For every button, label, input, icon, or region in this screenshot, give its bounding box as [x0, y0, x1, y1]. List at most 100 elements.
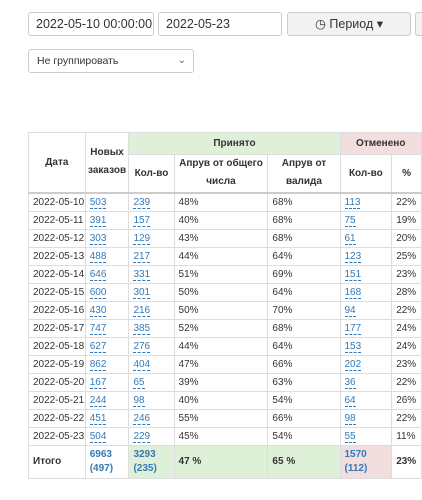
row-new-orders[interactable]: 600	[84, 282, 130, 302]
row-new-orders-link[interactable]: 600	[89, 286, 107, 299]
row-accepted-count-link[interactable]: 65	[133, 376, 145, 389]
row-new-orders-link[interactable]: 451	[89, 412, 107, 425]
date-to-input[interactable]: 2022-05-23	[158, 12, 282, 36]
row-new-orders-link[interactable]: 244	[89, 394, 107, 407]
header-canceled-pct[interactable]: %	[391, 154, 422, 193]
row-accepted-count-link[interactable]: 229	[133, 430, 151, 443]
row-new-orders[interactable]: 646	[84, 264, 130, 284]
row-accepted-count[interactable]: 331	[128, 264, 175, 284]
row-canceled-count-link[interactable]: 61	[344, 232, 356, 245]
row-new-orders[interactable]: 627	[84, 336, 130, 356]
row-new-orders[interactable]: 488	[84, 246, 130, 266]
row-accepted-count[interactable]: 129	[128, 228, 175, 248]
row-new-orders[interactable]: 244	[84, 390, 130, 410]
table-row: 2022-05-14 646 331 51% 69% 151 23%	[28, 264, 422, 284]
row-new-orders[interactable]: 862	[84, 354, 130, 374]
row-canceled-count-link[interactable]: 202	[344, 358, 362, 371]
row-canceled-count-link[interactable]: 36	[344, 376, 356, 389]
row-accepted-count-link[interactable]: 301	[133, 286, 151, 299]
row-accepted-count[interactable]: 217	[128, 246, 175, 266]
row-canceled-count-link[interactable]: 98	[344, 412, 356, 425]
row-accepted-count[interactable]: 157	[128, 210, 175, 230]
row-new-orders-link[interactable]: 503	[89, 196, 107, 209]
header-approve-valid[interactable]: Апрув от валида	[267, 154, 341, 193]
row-new-orders[interactable]: 504	[84, 426, 130, 446]
row-accepted-count-link[interactable]: 129	[133, 232, 151, 245]
row-canceled-count-link[interactable]: 113	[344, 196, 361, 209]
row-accepted-count-link[interactable]: 276	[133, 340, 151, 353]
row-canceled-count[interactable]: 168	[339, 282, 393, 302]
row-new-orders-link[interactable]: 391	[89, 214, 107, 227]
row-accepted-count[interactable]: 276	[128, 336, 175, 356]
row-new-orders-link[interactable]: 504	[89, 430, 107, 443]
date-from-input[interactable]: 2022-05-10 00:00:00	[28, 12, 154, 36]
row-new-orders-link[interactable]: 862	[89, 358, 107, 371]
row-canceled-count[interactable]: 64	[339, 390, 393, 410]
row-canceled-count[interactable]: 151	[339, 264, 393, 284]
row-canceled-count[interactable]: 36	[339, 372, 393, 392]
row-accepted-count[interactable]: 229	[128, 426, 175, 446]
row-canceled-count[interactable]: 94	[339, 300, 393, 320]
row-new-orders-link[interactable]: 488	[89, 250, 107, 263]
group-by-select[interactable]: Не группировать ⌄	[28, 49, 194, 73]
row-new-orders-link[interactable]: 627	[89, 340, 107, 353]
row-new-orders[interactable]: 503	[84, 191, 130, 212]
row-canceled-count[interactable]: 61	[339, 228, 393, 248]
row-new-orders-link[interactable]: 167	[89, 376, 107, 389]
row-accepted-count[interactable]: 98	[128, 390, 175, 410]
row-accepted-count-link[interactable]: 239	[133, 196, 151, 209]
row-canceled-count[interactable]: 55	[339, 426, 393, 446]
row-canceled-count-link[interactable]: 94	[344, 304, 356, 317]
row-canceled-count-link[interactable]: 55	[344, 430, 356, 443]
row-canceled-count-link[interactable]: 153	[344, 340, 362, 353]
row-accepted-count-link[interactable]: 217	[133, 250, 151, 263]
row-accepted-count-link[interactable]: 404	[133, 358, 151, 371]
header-accepted-count[interactable]: Кол-во	[128, 154, 175, 193]
row-accepted-count[interactable]: 301	[128, 282, 175, 302]
row-new-orders[interactable]: 451	[84, 408, 130, 428]
row-canceled-count[interactable]: 75	[339, 210, 393, 230]
row-new-orders[interactable]: 167	[84, 372, 130, 392]
row-new-orders-link[interactable]: 646	[89, 268, 107, 281]
totals-accepted[interactable]: 3293 (235)	[128, 444, 175, 479]
row-accepted-count-link[interactable]: 216	[133, 304, 151, 317]
row-new-orders[interactable]: 391	[84, 210, 130, 230]
totals-new-orders[interactable]: 6963 (497)	[84, 444, 130, 479]
row-accepted-count[interactable]: 246	[128, 408, 175, 428]
row-accepted-count[interactable]: 404	[128, 354, 175, 374]
row-canceled-count-link[interactable]: 75	[344, 214, 356, 227]
row-new-orders-link[interactable]: 303	[89, 232, 107, 245]
header-new-orders[interactable]: Новых заказов	[84, 132, 130, 193]
row-canceled-count[interactable]: 153	[339, 336, 393, 356]
row-accepted-count-link[interactable]: 98	[133, 394, 145, 407]
row-accepted-count-link[interactable]: 385	[133, 322, 151, 335]
extra-button[interactable]	[415, 12, 422, 36]
row-new-orders-link[interactable]: 430	[89, 304, 107, 317]
row-canceled-count[interactable]: 98	[339, 408, 393, 428]
row-accepted-count-link[interactable]: 246	[133, 412, 151, 425]
row-accepted-count[interactable]: 385	[128, 318, 175, 338]
row-accepted-count-link[interactable]: 331	[133, 268, 151, 281]
header-canceled-count[interactable]: Кол-во	[339, 154, 393, 193]
row-canceled-count-link[interactable]: 151	[344, 268, 362, 281]
row-accepted-count-link[interactable]: 157	[133, 214, 151, 227]
header-date[interactable]: Дата	[28, 132, 86, 193]
row-new-orders[interactable]: 303	[84, 228, 130, 248]
period-button[interactable]: ◷ Период ▾	[287, 12, 411, 36]
row-accepted-count[interactable]: 216	[128, 300, 175, 320]
row-canceled-count-link[interactable]: 168	[344, 286, 362, 299]
header-approve-total[interactable]: Апрув от общего числа	[173, 154, 269, 193]
row-new-orders-link[interactable]: 747	[89, 322, 107, 335]
row-canceled-count[interactable]: 113	[339, 191, 393, 212]
row-new-orders[interactable]: 430	[84, 300, 130, 320]
row-canceled-count-link[interactable]: 64	[344, 394, 356, 407]
totals-canceled[interactable]: 1570 (112)	[339, 444, 393, 479]
row-accepted-count[interactable]: 65	[128, 372, 175, 392]
row-canceled-count-link[interactable]: 123	[344, 250, 362, 263]
row-accepted-count[interactable]: 239	[128, 191, 175, 212]
row-canceled-count[interactable]: 123	[339, 246, 393, 266]
row-new-orders[interactable]: 747	[84, 318, 130, 338]
row-canceled-count[interactable]: 202	[339, 354, 393, 374]
row-canceled-count[interactable]: 177	[339, 318, 393, 338]
row-canceled-count-link[interactable]: 177	[344, 322, 362, 335]
